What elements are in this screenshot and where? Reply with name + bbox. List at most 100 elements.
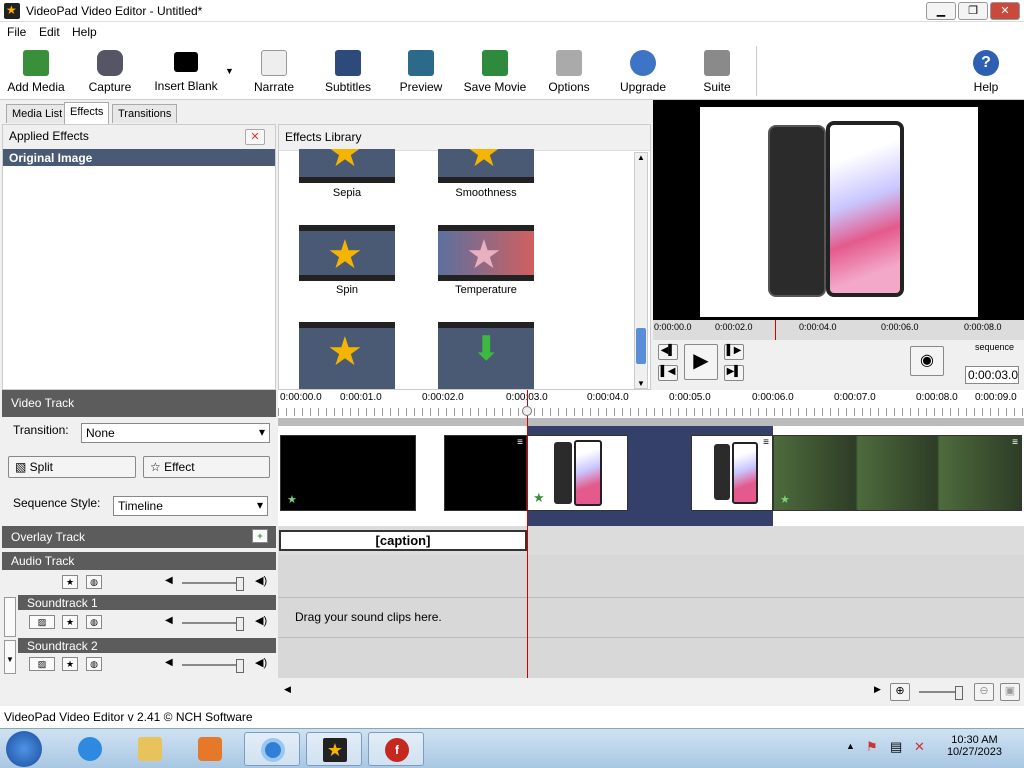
video-clip-phone-1[interactable]: ★	[527, 435, 628, 511]
video-clip-blank-2[interactable]: ≡	[444, 435, 527, 511]
clip-phone-back	[554, 442, 572, 504]
save-movie-button[interactable]: Save Movie	[462, 48, 528, 96]
play-button[interactable]: ▶	[684, 344, 718, 380]
video-clip-figure[interactable]: ★ ≡	[773, 435, 1022, 511]
preview-screen	[653, 100, 1024, 320]
options-button[interactable]: Options	[546, 48, 592, 96]
transition-select[interactable]: None	[81, 423, 270, 443]
upgrade-button[interactable]: Upgrade	[618, 48, 668, 96]
snapshot-camera-icon[interactable]: ◉	[910, 346, 944, 376]
add-overlay-icon[interactable]: +	[252, 529, 268, 543]
effect-thumb-sepia[interactable]: ★	[299, 149, 395, 183]
taskbar-media-player[interactable]	[182, 732, 238, 766]
taskbar-chrome[interactable]	[244, 732, 300, 766]
network-warning-icon[interactable]: ⚑	[866, 739, 882, 755]
tab-transitions[interactable]: Transitions	[112, 104, 178, 123]
soundtrack-2-volume-high-icon: ◀)	[255, 657, 268, 669]
scroll-right-icon[interactable]: ▶	[874, 684, 881, 695]
audio-tracks-area: Drag your sound clips here.	[278, 555, 1024, 678]
effect-button[interactable]: ☆ Effect	[143, 456, 270, 478]
tray-expand-icon[interactable]: ▲	[846, 741, 855, 751]
soundtrack-1-star-icon[interactable]: ★	[62, 615, 78, 629]
preview-button[interactable]: Preview	[398, 48, 444, 96]
timeline-ruler[interactable]: 0:00:00.0 0:00:01.0 0:00:02.0 0:00:03.0 …	[278, 390, 1024, 418]
scroll-up-icon[interactable]: ▲	[635, 153, 647, 162]
close-button[interactable]: ✕	[990, 2, 1020, 20]
soundtrack-2-settings-icon[interactable]: ◍	[86, 657, 102, 671]
volume-muted-icon[interactable]: ✕	[914, 739, 930, 755]
minimize-button[interactable]: ▁	[926, 2, 956, 20]
audio-settings-icon[interactable]: ◍	[86, 575, 102, 589]
sequence-style-select[interactable]: Timeline	[113, 496, 268, 516]
zoom-fit-icon[interactable]: ▣	[1000, 683, 1020, 701]
soundtrack-2-volume-slider[interactable]	[182, 659, 244, 673]
playhead-handle[interactable]	[522, 406, 532, 416]
tab-media-list[interactable]: Media List	[6, 104, 69, 123]
step-forward-button[interactable]: ▌▶	[724, 344, 744, 360]
taskbar-internet-explorer[interactable]	[62, 732, 118, 766]
soundtrack-scroll-down-icon[interactable]: ▼	[4, 640, 16, 674]
menu-file[interactable]: File	[7, 25, 26, 39]
taskbar-file-explorer[interactable]	[122, 732, 178, 766]
menu-help[interactable]: Help	[72, 25, 97, 39]
soundtrack-1-split-icon[interactable]: ▨	[29, 615, 55, 629]
suite-button[interactable]: Suite	[698, 48, 736, 96]
overlay-text-clip[interactable]: [caption]	[279, 530, 527, 551]
soundtrack-2-split-icon[interactable]: ▨	[29, 657, 55, 671]
timeline-scroll-strip[interactable]	[278, 418, 1024, 426]
help-button[interactable]: ? Help	[968, 48, 1004, 96]
display-icon[interactable]: ▤	[890, 739, 906, 755]
step-back-button[interactable]: ◀▌	[658, 344, 678, 360]
download-arrow-icon: ⬇	[472, 330, 501, 368]
zoom-slider[interactable]	[919, 686, 963, 700]
zoom-in-icon[interactable]: ⊕	[890, 683, 910, 701]
add-media-button[interactable]: Add Media	[4, 48, 68, 96]
taskbar-videopad[interactable]: ★	[306, 732, 362, 766]
windows-start-icon[interactable]	[6, 731, 42, 767]
panel-tabs: Media List Effects Transitions	[0, 100, 278, 124]
audio-effect-star-icon[interactable]: ★	[62, 575, 78, 589]
go-end-button[interactable]: ▶▌	[724, 365, 744, 381]
scroll-down-icon[interactable]: ▼	[635, 379, 647, 388]
preview-ruler[interactable]: 0:00:00.0 0:00:02.0 0:00:04.0 0:00:06.0 …	[653, 320, 1024, 340]
scrollbar-thumb[interactable]	[636, 328, 646, 364]
narrate-button[interactable]: Narrate	[250, 48, 298, 96]
zoom-out-icon[interactable]: ⊖	[974, 683, 994, 701]
tab-effects[interactable]: Effects	[64, 102, 110, 124]
video-clip-blank-1[interactable]: ★	[280, 435, 416, 511]
sequence-style-label: Sequence Style:	[13, 496, 101, 510]
clip-menu-icon[interactable]: ≡	[517, 437, 523, 448]
video-clip-phone-2[interactable]: ≡	[691, 435, 773, 511]
effect-label-smoothness: Smoothness	[455, 187, 517, 199]
split-button[interactable]: ▧ Split	[8, 456, 136, 478]
soundtrack-1-volume-slider[interactable]	[182, 617, 244, 631]
subtitles-button[interactable]: Subtitles	[322, 48, 374, 96]
scroll-left-icon[interactable]: ◀	[284, 684, 291, 695]
capture-button[interactable]: Capture	[84, 48, 136, 96]
remove-effect-button[interactable]: ✕	[245, 129, 265, 145]
system-clock[interactable]: 10:30 AM 10/27/2023	[947, 734, 1002, 758]
effect-thumb-spin[interactable]: ★	[299, 225, 395, 281]
maximize-button[interactable]: ❐	[958, 2, 988, 20]
flash-icon: f	[385, 738, 409, 762]
effects-library-scrollbar[interactable]: ▲ ▼	[634, 152, 648, 389]
go-start-button[interactable]: ▌◀	[658, 365, 678, 381]
effect-thumb-smoothness[interactable]: ★	[438, 149, 534, 183]
soundtrack-2-star-icon[interactable]: ★	[62, 657, 78, 671]
soundtrack-scroll-up[interactable]	[4, 597, 16, 637]
effect-thumb-unnamed-2[interactable]: ⬇	[438, 322, 534, 389]
timeline-playhead[interactable]	[527, 390, 528, 678]
preview-playhead[interactable]	[775, 320, 776, 340]
original-image-item[interactable]: Original Image	[3, 149, 275, 166]
insert-blank-dropdown-icon[interactable]: ▼	[225, 66, 234, 76]
transition-label: Transition:	[13, 423, 69, 437]
effect-thumb-temperature[interactable]: ★	[438, 225, 534, 281]
soundtrack-1-settings-icon[interactable]: ◍	[86, 615, 102, 629]
taskbar-flash[interactable]: f	[368, 732, 424, 766]
clip-menu-icon[interactable]: ≡	[1012, 437, 1018, 448]
menu-edit[interactable]: Edit	[39, 25, 60, 39]
effect-thumb-unnamed-1[interactable]: ★	[299, 322, 395, 389]
clip-menu-icon[interactable]: ≡	[763, 437, 769, 448]
audio-volume-slider[interactable]	[182, 577, 244, 591]
insert-blank-button[interactable]: Insert Blank	[150, 48, 222, 96]
